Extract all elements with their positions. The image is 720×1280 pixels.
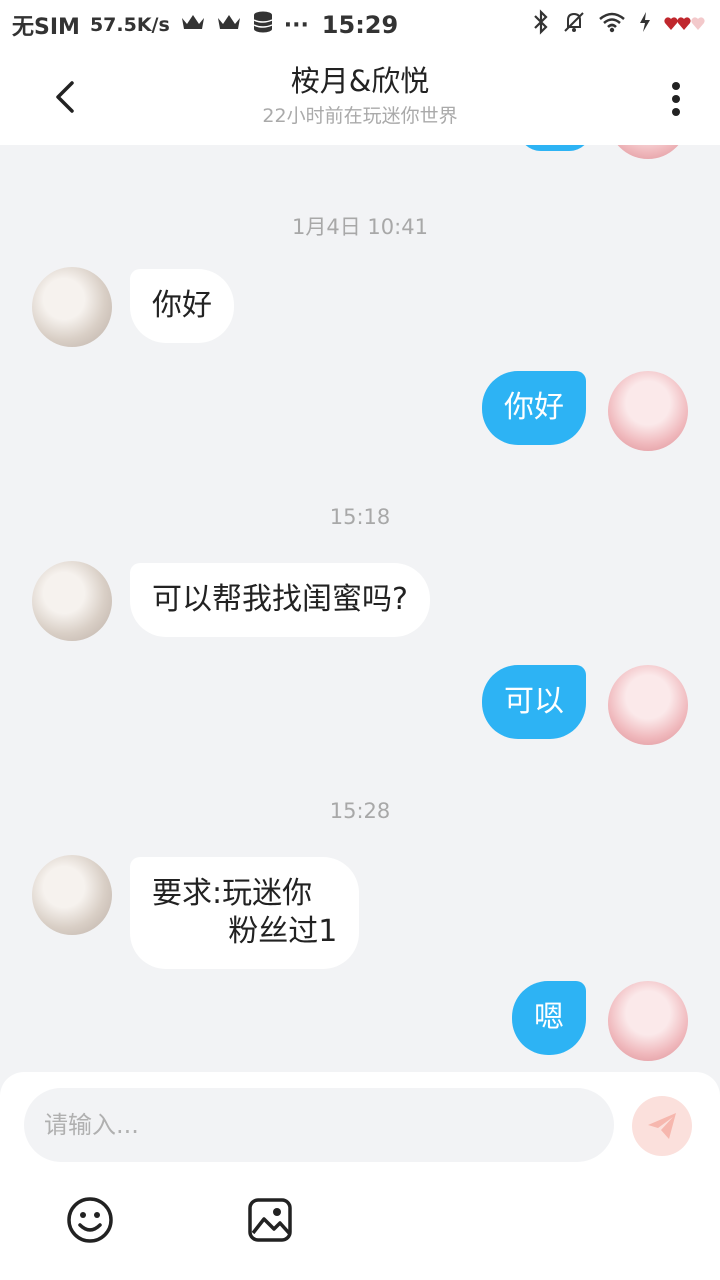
database-icon	[252, 10, 274, 40]
message-composer	[0, 1072, 720, 1280]
image-icon	[248, 1198, 292, 1242]
chat-subtitle: 22小时前在玩迷你世界	[262, 105, 458, 127]
crown-icon	[216, 12, 242, 38]
send-icon	[648, 1113, 676, 1139]
message-timestamp: 15:28	[329, 799, 391, 823]
more-notifications-icon: ···	[283, 12, 309, 38]
emoji-button[interactable]	[64, 1194, 116, 1246]
mute-bell-icon	[562, 10, 586, 40]
message-input[interactable]	[24, 1088, 614, 1162]
avatar-contact[interactable]	[32, 561, 112, 641]
message-timestamp: 1月4日 10:41	[292, 215, 428, 239]
message-bubble-outgoing[interactable]: 可以	[482, 665, 586, 739]
message-bubble-incoming[interactable]: 可以帮我找闺蜜吗?	[130, 563, 430, 637]
back-button[interactable]	[40, 72, 90, 122]
status-bar: 无SIM 57.5K/s ··· 15:29	[0, 0, 720, 50]
avatar-self[interactable]	[608, 665, 688, 745]
message-timestamp: 15:18	[329, 505, 391, 529]
charging-icon	[638, 11, 652, 39]
battery-hearts-icon	[664, 13, 706, 38]
chat-header: 桉月&欣悦 22小时前在玩迷你世界	[0, 50, 720, 145]
message-bubble-incoming[interactable]: 你好	[130, 269, 234, 343]
emoji-icon	[67, 1197, 113, 1243]
back-arrow-icon	[56, 81, 74, 113]
avatar-contact[interactable]	[32, 855, 112, 935]
avatar-self[interactable]	[608, 981, 688, 1061]
more-options-button[interactable]	[654, 74, 698, 124]
message-bubble-outgoing[interactable]: 嗯	[512, 981, 586, 1055]
wifi-icon	[598, 11, 626, 39]
avatar-contact[interactable]	[32, 267, 112, 347]
message-bubble-outgoing[interactable]: 你好	[482, 371, 586, 445]
bluetooth-icon	[532, 9, 550, 41]
more-vertical-icon	[672, 82, 680, 116]
image-button[interactable]	[244, 1194, 296, 1246]
message-bubble-partial	[518, 145, 592, 151]
avatar-self[interactable]	[608, 145, 688, 159]
crown-icon	[180, 12, 206, 38]
avatar-self[interactable]	[608, 371, 688, 451]
network-speed: 57.5K/s	[89, 14, 170, 36]
send-button[interactable]	[632, 1096, 692, 1156]
carrier-label: 无SIM	[12, 15, 80, 40]
chat-messages[interactable]: 1月4日 10:41 你好 你好 15:18 可以帮我找闺蜜吗? 可以 15:2…	[0, 145, 720, 1070]
message-bubble-incoming[interactable]: 要求:玩迷你 粉丝过1	[130, 857, 360, 969]
chat-title: 桉月&欣悦	[290, 64, 430, 98]
